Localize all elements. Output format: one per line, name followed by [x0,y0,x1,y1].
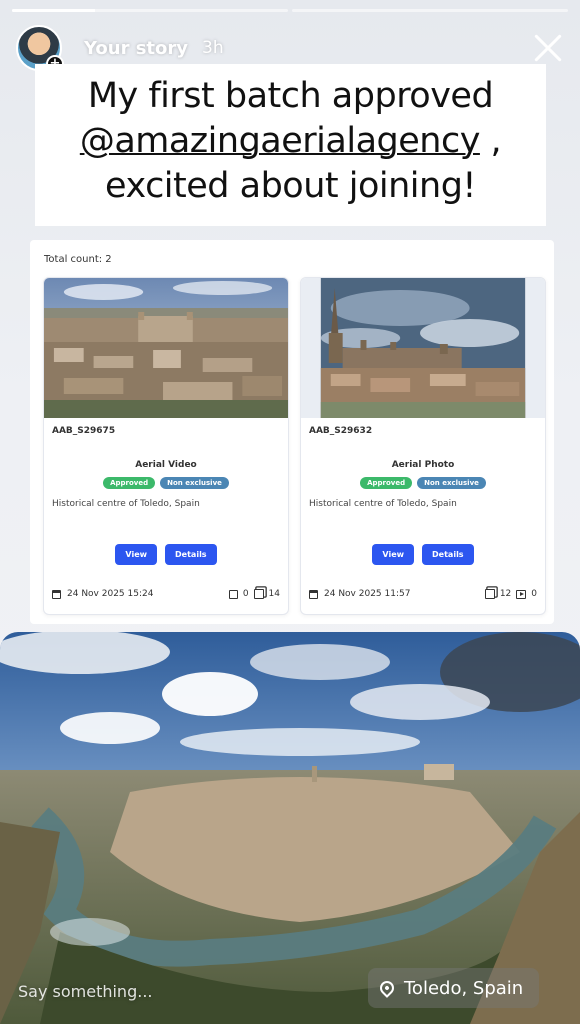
card-date: 24 Nov 2025 15:24 [67,589,154,599]
caption-line-3: excited about joining! [105,166,476,206]
card-code: AAB_S29632 [309,426,373,436]
caption-comma: , [479,121,502,161]
location-pin-icon [377,978,397,998]
gallery-count: 12 [499,589,512,599]
card-counts: 12 0 [484,589,537,599]
location-sticker[interactable]: Toledo, Spain [368,968,540,1008]
view-button[interactable]: View [115,544,158,565]
card-counts: 0 14 [228,589,280,599]
location-label: Toledo, Spain [404,977,524,999]
image-icon [228,589,238,599]
video-icon [516,589,527,599]
card-footer: 24 Nov 2025 15:24 0 14 [52,589,280,599]
card-thumbnail [44,278,288,418]
card-type: Aerial Video [135,460,197,470]
exclusivity-badge: Non exclusive [417,477,486,489]
card-actions: View Details [44,544,288,565]
status-badge: Approved [103,477,156,489]
card-location: Historical centre of Toledo, Spain [52,499,200,509]
exclusivity-badge: Non exclusive [160,477,229,489]
gallery-icon [253,589,264,599]
card-actions: View Details [301,544,545,565]
gallery-icon [484,589,495,599]
story-progress-bar [12,9,568,12]
progress-segment-2 [292,9,568,12]
progress-segment-1 [12,9,288,12]
message-input[interactable]: Say something... [18,982,152,1001]
card-badges: Approved Non exclusive [301,477,545,489]
card-type: Aerial Photo [391,460,455,470]
card-code: AAB_S29675 [52,426,116,436]
caption-text: My first batch approved @amazingaerialag… [35,64,546,226]
shared-screenshot: Total count: 2 AAB_S29675 Aerial Video A… [30,240,554,624]
story-username[interactable]: Your story [84,38,188,59]
image-count: 0 [242,589,249,599]
submission-card: AAB_S29675 Aerial Video Approved Non exc… [43,277,289,615]
card-footer: 24 Nov 2025 11:57 12 0 [309,589,537,599]
caption-line-1: My first batch approved [87,76,494,116]
card-thumbnail [301,278,545,418]
card-location: Historical centre of Toledo, Spain [309,499,457,509]
details-button[interactable]: Details [165,544,217,565]
gallery-count: 14 [268,589,280,599]
submission-card: AAB_S29632 Aerial Photo Approved Non exc… [300,277,546,615]
video-count: 0 [531,589,537,599]
total-count: Total count: 2 [44,254,112,265]
details-button[interactable]: Details [422,544,474,565]
view-button[interactable]: View [372,544,415,565]
caption-line-2: @amazingaerialagency , [35,119,546,164]
close-icon[interactable] [530,30,566,66]
mention-link[interactable]: @amazingaerialagency [80,121,481,161]
aerial-photo [0,632,580,1024]
card-date: 24 Nov 2025 11:57 [324,589,411,599]
story-time: 3h [202,38,224,58]
calendar-icon [309,589,318,599]
card-badges: Approved Non exclusive [44,477,288,489]
status-badge: Approved [360,477,413,489]
calendar-icon [52,589,61,599]
